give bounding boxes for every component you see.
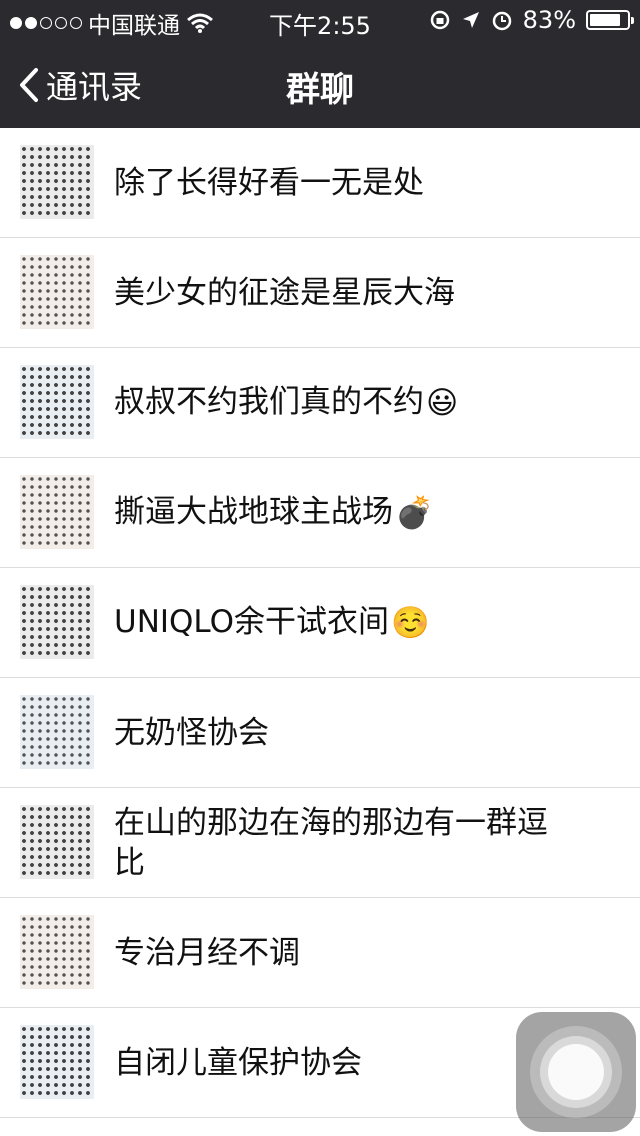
group-emoji-icon: ☺️ xyxy=(391,605,430,642)
group-chat-row[interactable]: 专治月经不调 xyxy=(0,898,640,1008)
group-avatar xyxy=(20,695,94,769)
location-arrow-icon xyxy=(462,12,479,28)
group-name: 除了长得好看一无是处 xyxy=(114,163,580,203)
group-name: 无奶怪协会 xyxy=(114,713,580,753)
group-chat-row[interactable]: 叔叔不约我们真的不约😃 xyxy=(0,348,640,458)
group-name: 在山的那边在海的那边有一群逗比 xyxy=(114,803,560,883)
battery-percent: 83% xyxy=(522,6,576,34)
navigation-bar: 通讯录 群聊 xyxy=(0,40,640,128)
group-avatar xyxy=(20,805,94,879)
page-title: 群聊 xyxy=(286,70,354,110)
screen: 中国联通 下午2:55 83% 通讯录 群聊 除了长得好看一无是处 美少女的征途… xyxy=(0,0,640,1136)
group-avatar xyxy=(20,585,94,659)
group-avatar xyxy=(20,145,94,219)
group-name-text: 自闭儿童保护协会 xyxy=(114,1044,362,1081)
group-chat-row[interactable]: 美少女的征途是星辰大海 xyxy=(0,238,640,348)
group-name-text: UNIQLO余干试衣间 xyxy=(114,603,389,640)
group-name: 自闭儿童保护协会 xyxy=(114,1043,580,1083)
group-name-text: 美少女的征途是星辰大海 xyxy=(114,274,455,311)
group-chat-row[interactable]: 在山的那边在海的那边有一群逗比 xyxy=(0,788,640,898)
group-name: 美少女的征途是星辰大海 xyxy=(114,273,580,313)
group-emoji-icon: 😃 xyxy=(426,385,459,422)
alarm-icon xyxy=(492,11,511,31)
group-avatar xyxy=(20,255,94,329)
battery-icon xyxy=(586,10,634,30)
group-chat-row[interactable]: 撕逼大战地球主战场💣 xyxy=(0,458,640,568)
group-name: UNIQLO余干试衣间☺️ xyxy=(114,602,580,644)
group-name: 叔叔不约我们真的不约😃 xyxy=(114,382,580,424)
orientation-lock-icon xyxy=(430,10,449,30)
status-right: 83% xyxy=(429,6,634,34)
group-name-text: 除了长得好看一无是处 xyxy=(114,164,424,201)
group-avatar xyxy=(20,365,94,439)
group-chat-list: 除了长得好看一无是处 美少女的征途是星辰大海 叔叔不约我们真的不约😃 撕逼大战地球主战… xyxy=(0,128,640,1118)
group-name: 专治月经不调 xyxy=(114,933,580,973)
group-name-text: 无奶怪协会 xyxy=(114,714,269,751)
group-chat-row[interactable]: UNIQLO余干试衣间☺️ xyxy=(0,568,640,678)
group-avatar xyxy=(20,915,94,989)
group-name-text: 专治月经不调 xyxy=(114,934,300,971)
group-chat-row[interactable]: 除了长得好看一无是处 xyxy=(0,128,640,238)
status-bar: 中国联通 下午2:55 83% xyxy=(0,0,640,40)
group-name-text: 撕逼大战地球主战场 xyxy=(114,493,393,530)
group-name: 撕逼大战地球主战场💣 xyxy=(114,492,580,534)
group-name-text: 在山的那边在海的那边有一群逗比 xyxy=(114,804,548,881)
group-name-text: 叔叔不约我们真的不约 xyxy=(114,383,424,420)
group-avatar xyxy=(20,1025,94,1099)
group-emoji-icon: 💣 xyxy=(395,495,434,532)
assistive-touch-button[interactable] xyxy=(516,1012,636,1132)
group-chat-row[interactable]: 无奶怪协会 xyxy=(0,678,640,788)
battery-fill xyxy=(590,14,620,26)
group-avatar xyxy=(20,475,94,549)
